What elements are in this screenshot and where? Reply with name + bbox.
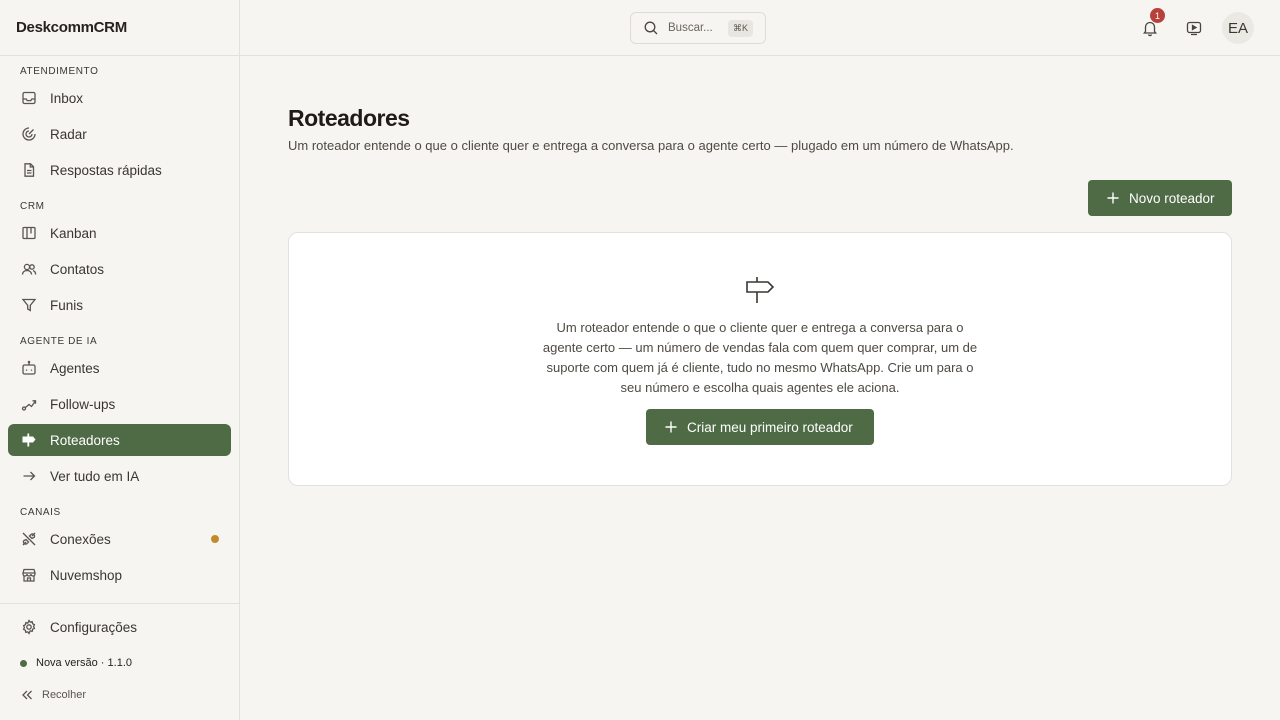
section-label-canais: CANAIS [20, 507, 61, 518]
create-first-router-label: Criar meu primeiro roteador [687, 419, 853, 435]
signpost-icon [744, 275, 776, 305]
section-label-atendimento: ATENDIMENTO [20, 66, 99, 77]
collapse-label: Recolher [42, 689, 87, 701]
collapse-sidebar-button[interactable]: Recolher [20, 688, 86, 702]
page-subtitle: Um roteador entende o que o cliente quer… [288, 138, 1014, 153]
notifications-button[interactable]: 1 [1134, 8, 1166, 44]
connection-status-dot [211, 535, 219, 543]
notification-badge: 1 [1150, 8, 1165, 23]
funnel-icon [21, 297, 37, 313]
bot-icon [21, 360, 37, 376]
empty-state-text: Um roteador entende o que o cliente quer… [542, 320, 978, 395]
empty-state-card: Um roteador entende o que o cliente quer… [288, 232, 1232, 486]
sidebar-divider [0, 603, 239, 604]
plug-icon [21, 531, 37, 547]
version-status-dot [20, 659, 27, 667]
sidebar-item-label: Kanban [50, 225, 97, 241]
sidebar-item-roteadores[interactable]: Roteadores [8, 424, 231, 456]
sidebar-item-funis[interactable]: Funis [8, 289, 231, 321]
sidebar-item-configuracoes[interactable]: Configurações [8, 611, 231, 643]
create-first-router-button[interactable]: Criar meu primeiro roteador [646, 409, 874, 445]
section-label-agente-de-ia: AGENTE DE IA [20, 336, 98, 347]
search-input[interactable]: Buscar... ⌘K [630, 12, 766, 44]
route-icon [21, 396, 37, 412]
sidebar: DeskcommCRM ATENDIMENTO Inbox Radar Resp… [0, 0, 240, 720]
topbar: Buscar... ⌘K 1 EA [240, 0, 1280, 56]
sidebar-item-radar[interactable]: Radar [8, 118, 231, 150]
search-placeholder: Buscar... [668, 22, 713, 34]
store-icon [21, 567, 37, 583]
sidebar-item-nuvemshop[interactable]: Nuvemshop [8, 559, 231, 591]
new-router-label: Novo roteador [1129, 190, 1215, 206]
sidebar-item-label: Configurações [50, 619, 138, 635]
sidebar-item-label: Ver tudo em IA [50, 468, 140, 484]
sidebar-item-label: Funis [50, 297, 84, 313]
sidebar-item-ver-tudo-em-ia[interactable]: Ver tudo em IA [8, 460, 231, 492]
sidebar-item-label: Follow-ups [50, 396, 116, 412]
radar-icon [21, 126, 37, 142]
sidebar-item-label: Nuvemshop [50, 567, 123, 583]
plus-icon [663, 419, 679, 435]
sidebar-item-follow-ups[interactable]: Follow-ups [8, 388, 231, 420]
brand-logo[interactable]: DeskcommCRM [0, 0, 239, 56]
page-title: Roteadores [288, 105, 410, 131]
contacts-icon [21, 261, 37, 277]
search-shortcut-hint: ⌘K [727, 20, 753, 37]
sidebar-item-label: Inbox [50, 90, 84, 106]
chevrons-left-icon [20, 688, 34, 702]
sidebar-item-label: Conexões [50, 531, 111, 547]
section-label-crm: CRM [20, 201, 45, 212]
tutorial-video-button[interactable] [1178, 12, 1210, 44]
sidebar-item-agentes[interactable]: Agentes [8, 352, 231, 384]
new-router-button[interactable]: Novo roteador [1088, 180, 1232, 216]
gear-icon [21, 619, 37, 635]
search-icon [643, 20, 659, 36]
arrow-right-icon [21, 468, 37, 484]
plus-icon [1105, 190, 1121, 206]
sidebar-item-label: Agentes [50, 360, 100, 376]
sidebar-item-contatos[interactable]: Contatos [8, 253, 231, 285]
inbox-icon [21, 90, 37, 106]
sidebar-item-label: Radar [50, 126, 87, 142]
version-label: Nova versão · 1.1.0 [36, 657, 132, 669]
sidebar-item-label: Roteadores [50, 432, 120, 448]
video-play-icon [1185, 19, 1203, 37]
avatar[interactable]: EA [1222, 12, 1254, 44]
sidebar-item-inbox[interactable]: Inbox [8, 82, 231, 114]
version-indicator[interactable]: Nova versão · 1.1.0 [20, 657, 132, 669]
sidebar-item-label: Contatos [50, 261, 105, 277]
signpost-icon [21, 432, 37, 448]
kanban-icon [21, 225, 37, 241]
document-icon [21, 162, 37, 178]
sidebar-item-respostas-rapidas[interactable]: Respostas rápidas [8, 154, 231, 186]
sidebar-item-kanban[interactable]: Kanban [8, 217, 231, 249]
sidebar-item-conexoes[interactable]: Conexões [8, 523, 231, 555]
sidebar-item-label: Respostas rápidas [50, 162, 162, 178]
